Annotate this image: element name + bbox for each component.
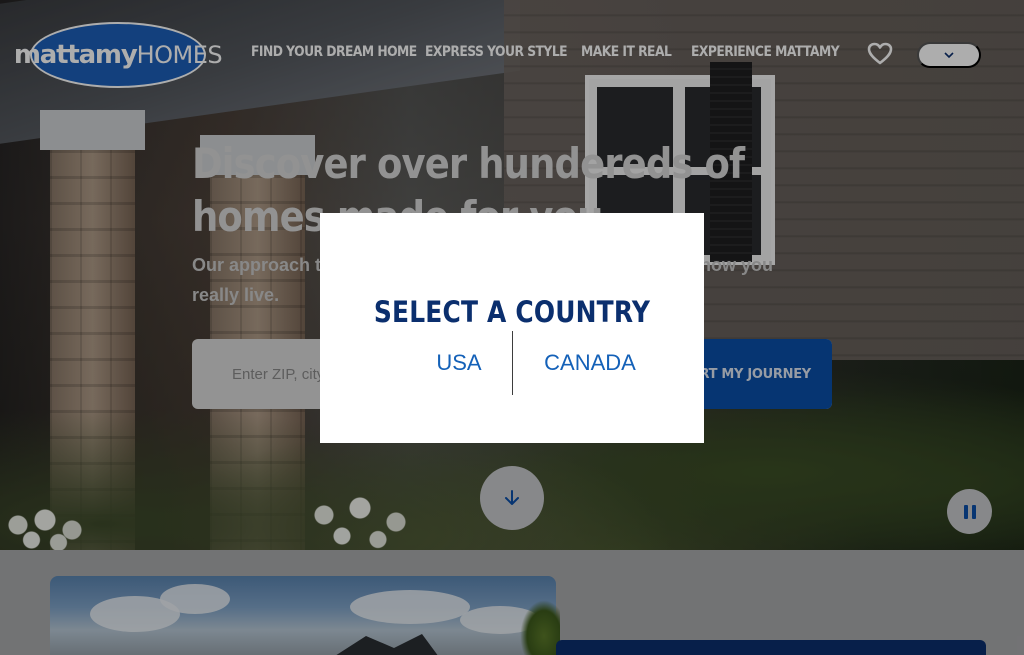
page: mattamyHOMES FIND YOUR DREAM HOME EXPRES… bbox=[0, 0, 1024, 655]
country-select-modal: SELECT A COUNTRY USA CANADA bbox=[320, 213, 704, 443]
modal-title: SELECT A COUNTRY bbox=[373, 295, 651, 329]
country-canada-button[interactable]: CANADA bbox=[532, 331, 648, 395]
country-usa-button[interactable]: USA bbox=[420, 331, 498, 395]
options-divider bbox=[512, 331, 513, 395]
country-options: USA CANADA bbox=[320, 331, 704, 395]
